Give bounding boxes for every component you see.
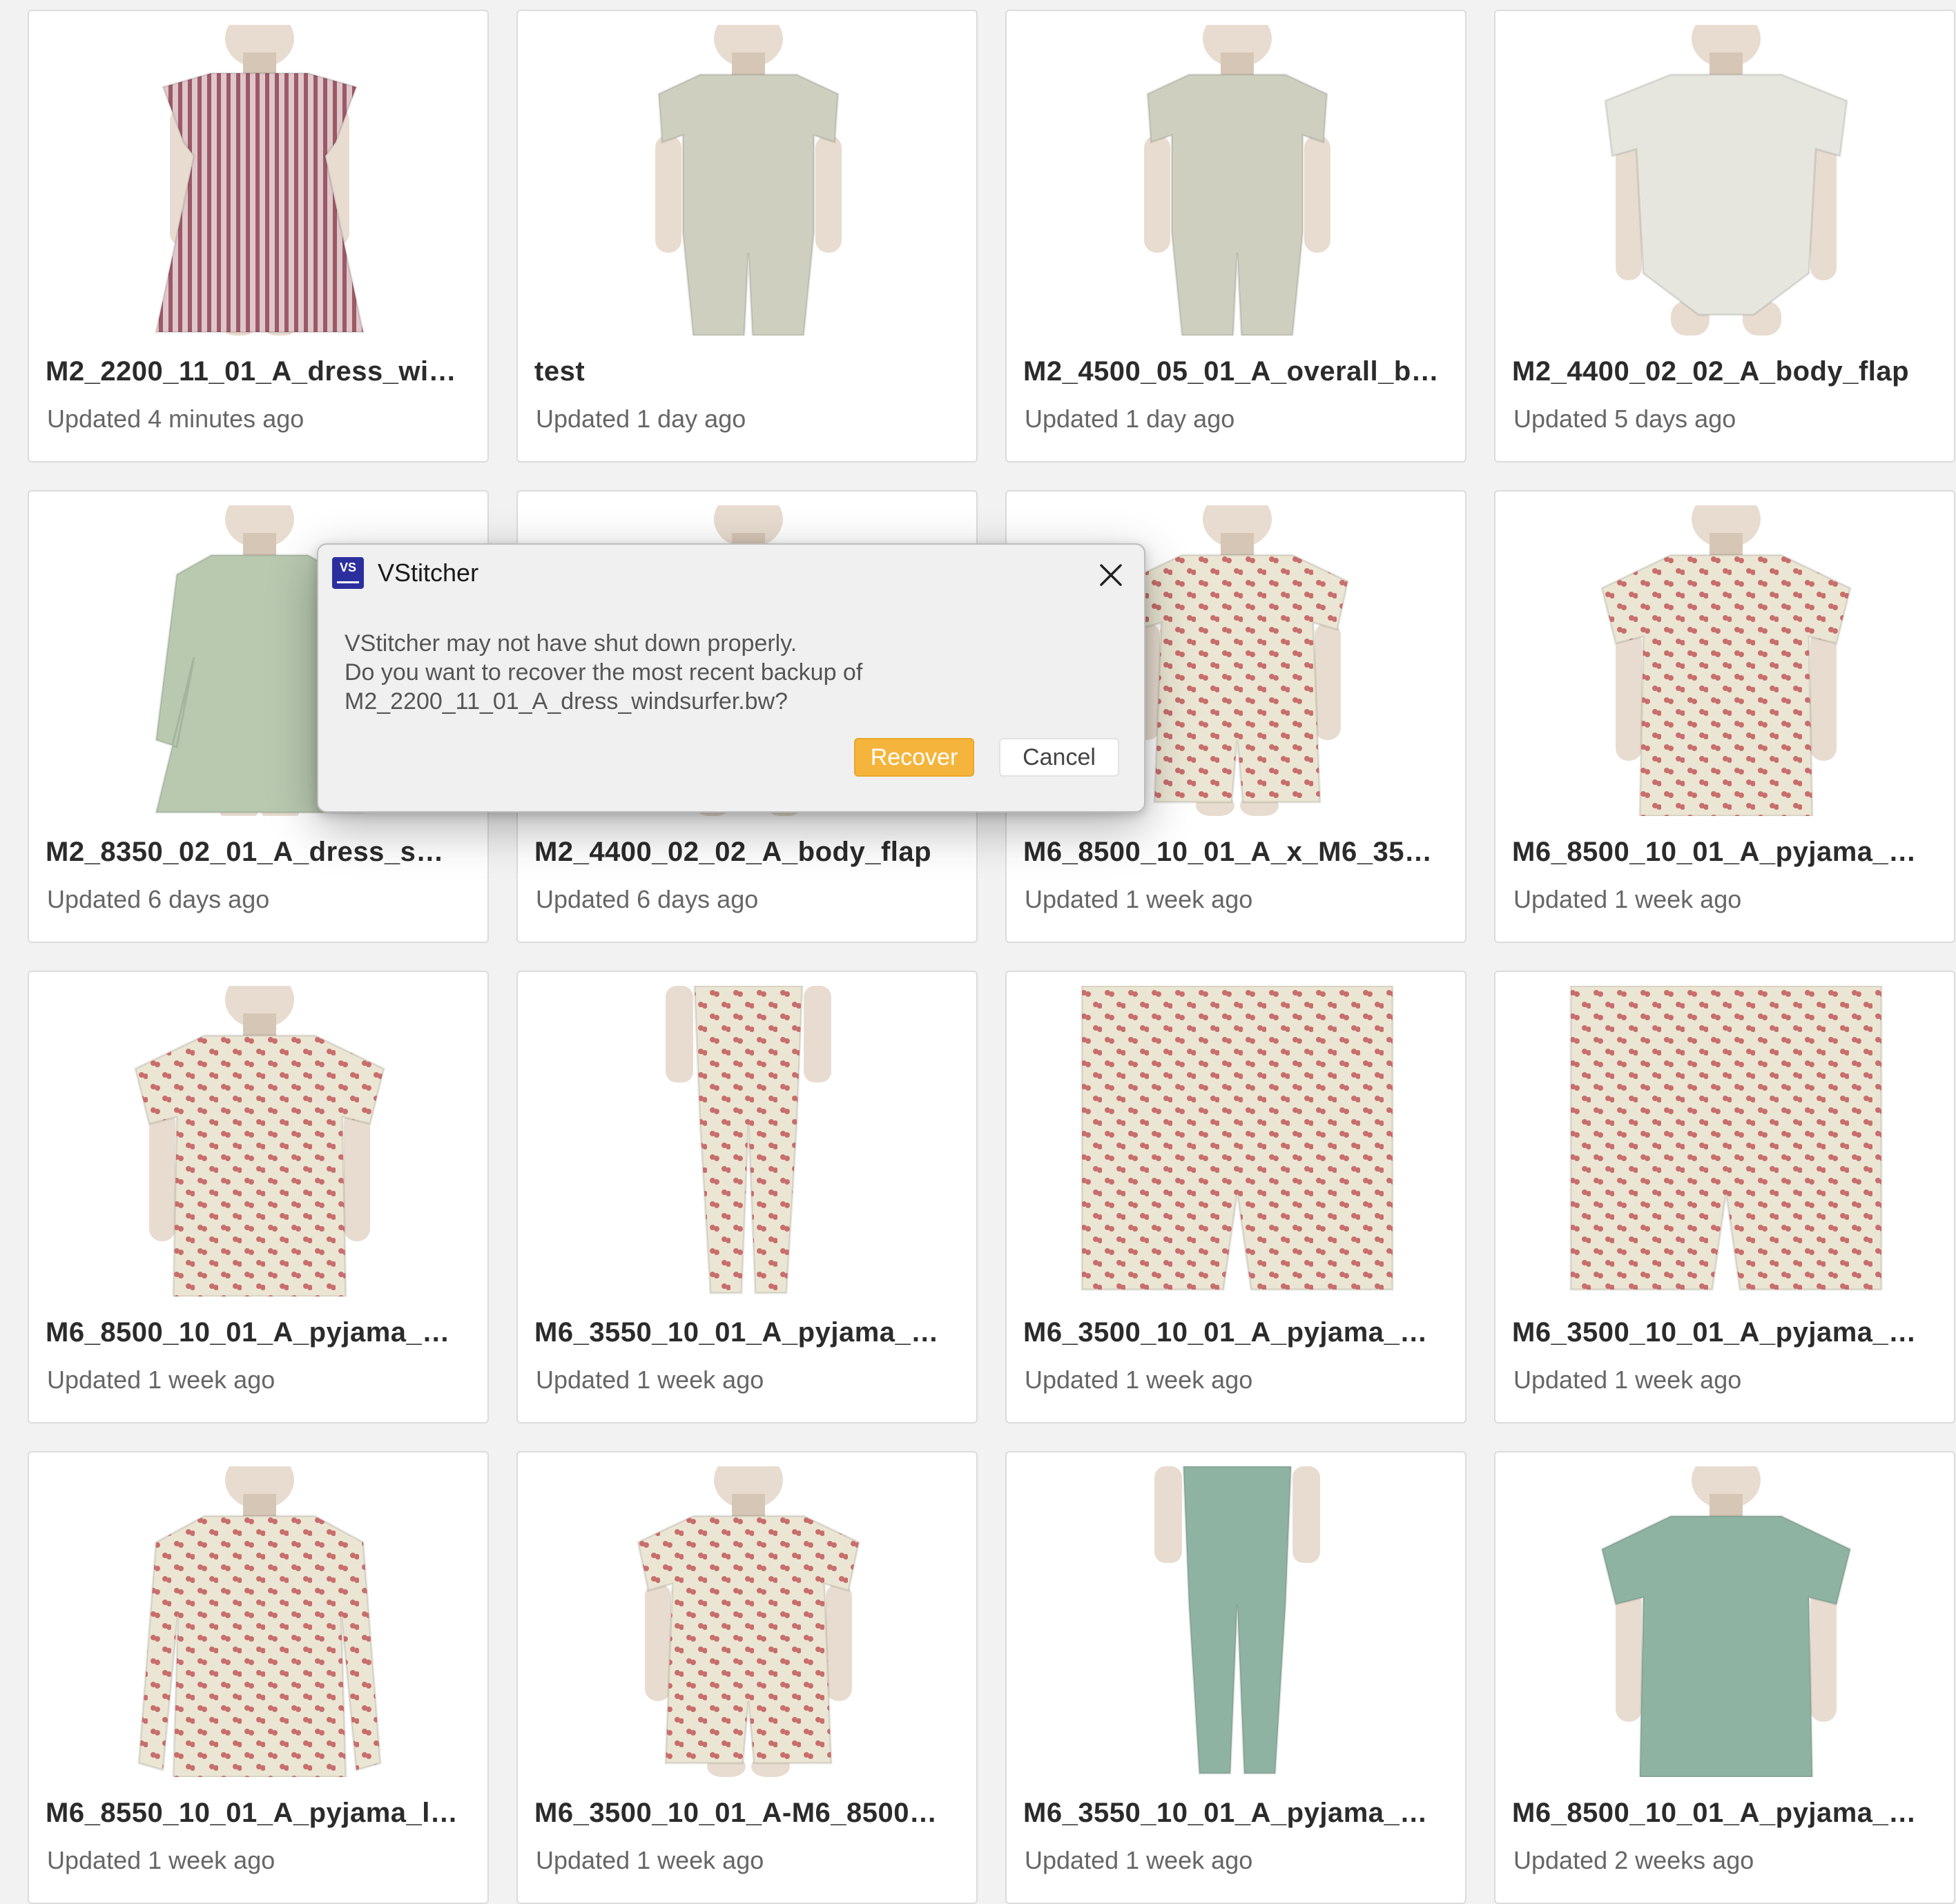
- garment-render: [1600, 505, 1852, 816]
- project-card[interactable]: M2_4500_05_01_A_overall_b… Updated 1 day …: [1005, 10, 1466, 463]
- project-thumbnail: [29, 986, 487, 1296]
- project-title: M6_3500_10_01_A-M6_8500…: [534, 1798, 938, 1828]
- project-thumbnail: [1495, 505, 1954, 816]
- recovery-dialog: VS VStitcher VStitcher may not have shut…: [317, 543, 1145, 813]
- project-card[interactable]: M6_8500_10_01_A_pyjama_… Updated 1 week a…: [1494, 490, 1955, 943]
- project-title: M6_3550_10_01_A_pyjama_…: [1023, 1798, 1428, 1828]
- project-updated: Updated 1 day ago: [536, 405, 746, 433]
- project-updated: Updated 5 days ago: [1513, 405, 1736, 433]
- project-updated: Updated 1 week ago: [1025, 885, 1253, 913]
- project-title: M6_8500_10_01_A_pyjama_…: [1512, 1798, 1917, 1828]
- project-thumbnail: [518, 986, 976, 1296]
- project-updated: Updated 1 week ago: [47, 1846, 275, 1874]
- project-thumbnail: [1007, 1466, 1465, 1777]
- project-updated: Updated 1 week ago: [536, 1846, 764, 1874]
- project-title: M6_8550_10_01_A_pyjama_l…: [46, 1798, 458, 1828]
- app-icon-text: VS: [339, 561, 356, 574]
- dialog-title: VStitcher: [378, 558, 479, 587]
- project-card[interactable]: M6_8500_10_01_A_pyjama_… Updated 1 week a…: [28, 971, 489, 1424]
- project-card[interactable]: M6_3500_10_01_A-M6_8500… Updated 1 week a…: [516, 1451, 978, 1904]
- project-thumbnail: [1495, 1466, 1954, 1777]
- project-updated: Updated 4 minutes ago: [47, 405, 304, 433]
- project-updated: Updated 1 week ago: [536, 1366, 764, 1394]
- project-updated: Updated 1 week ago: [47, 1366, 275, 1394]
- project-thumbnail: [29, 1466, 487, 1777]
- project-title: M2_2200_11_01_A_dress_wi…: [46, 356, 457, 387]
- project-card[interactable]: M6_3500_10_01_A_pyjama_… Updated 1 week a…: [1494, 971, 1955, 1424]
- garment-render: [1154, 1466, 1320, 1775]
- project-title: M2_4400_02_02_A_body_flap: [534, 837, 932, 867]
- project-grid: M2_2200_11_01_A_dress_wi… Updated 4 minut…: [0, 0, 1956, 1904]
- project-updated: Updated 1 day ago: [1025, 405, 1235, 433]
- project-title: M2_4500_05_01_A_overall_b…: [1023, 356, 1440, 387]
- garment-render: [1569, 986, 1883, 1291]
- message-line: M2_2200_11_01_A_dress_windsurfer.bw?: [345, 688, 788, 715]
- garment-render: [666, 986, 831, 1294]
- project-updated: Updated 6 days ago: [47, 885, 270, 913]
- project-thumbnail: [29, 25, 487, 336]
- cancel-button[interactable]: Cancel: [999, 738, 1119, 777]
- project-title: M6_8500_10_01_A_x_M6_35…: [1023, 837, 1433, 867]
- project-updated: Updated 1 week ago: [1025, 1846, 1253, 1874]
- vstitcher-app-icon: VS: [332, 557, 364, 589]
- garment-render: [1600, 1466, 1852, 1777]
- garment-render: [134, 986, 385, 1296]
- garment-render: [637, 1466, 860, 1777]
- project-title: M6_3500_10_01_A_pyjama_…: [1023, 1317, 1428, 1348]
- project-card[interactable]: M6_8550_10_01_A_pyjama_l… Updated 1 week …: [28, 1451, 489, 1904]
- garment-render: [155, 25, 365, 336]
- project-title: M6_3550_10_01_A_pyjama_…: [534, 1317, 939, 1348]
- garment-render: [137, 1466, 382, 1777]
- project-title: M6_8500_10_01_A_pyjama_…: [46, 1317, 450, 1348]
- project-thumbnail: [1007, 986, 1465, 1296]
- project-updated: Updated 1 week ago: [1513, 885, 1742, 913]
- project-card[interactable]: M2_2200_11_01_A_dress_wi… Updated 4 minut…: [28, 10, 489, 463]
- project-title: M6_3500_10_01_A_pyjama_…: [1512, 1317, 1917, 1348]
- project-updated: Updated 1 week ago: [1025, 1366, 1253, 1394]
- garment-render: [1144, 25, 1330, 336]
- project-card[interactable]: M6_3550_10_01_A_pyjama_… Updated 1 week a…: [516, 971, 978, 1424]
- project-thumbnail: [1007, 25, 1465, 336]
- close-button[interactable]: [1090, 554, 1132, 596]
- project-card[interactable]: M2_4400_02_02_A_body_flap Updated 5 days …: [1494, 10, 1955, 463]
- dialog-message: VStitcher may not have shut down properl…: [345, 629, 1104, 716]
- garment-render: [655, 25, 842, 336]
- project-updated: Updated 6 days ago: [536, 885, 759, 913]
- garment-render: [1081, 986, 1394, 1291]
- project-card[interactable]: M6_3550_10_01_A_pyjama_… Updated 1 week a…: [1005, 1451, 1466, 1904]
- project-updated: Updated 2 weeks ago: [1513, 1846, 1754, 1874]
- project-card[interactable]: test Updated 1 day ago: [516, 10, 978, 463]
- dialog-titlebar: VS VStitcher: [318, 545, 1144, 601]
- message-line: VStitcher may not have shut down properl…: [345, 630, 797, 657]
- close-icon: [1100, 564, 1122, 586]
- project-title: M2_8350_02_01_A_dress_s…: [46, 837, 444, 867]
- project-thumbnail: [518, 25, 976, 336]
- project-updated: Updated 1 week ago: [1513, 1366, 1742, 1394]
- project-title: test: [534, 356, 585, 387]
- project-thumbnail: [1495, 986, 1954, 1296]
- recover-button[interactable]: Recover: [854, 738, 974, 777]
- garment-render: [1604, 25, 1848, 336]
- message-line: Do you want to recover the most recent b…: [345, 659, 863, 686]
- project-thumbnail: [1495, 25, 1954, 336]
- project-thumbnail: [518, 1466, 976, 1777]
- project-title: M6_8500_10_01_A_pyjama_…: [1512, 837, 1917, 867]
- project-card[interactable]: M6_8500_10_01_A_pyjama_… Updated 2 weeks …: [1494, 1451, 1955, 1904]
- project-title: M2_4400_02_02_A_body_flap: [1512, 356, 1910, 387]
- project-card[interactable]: M6_3500_10_01_A_pyjama_… Updated 1 week a…: [1005, 971, 1466, 1424]
